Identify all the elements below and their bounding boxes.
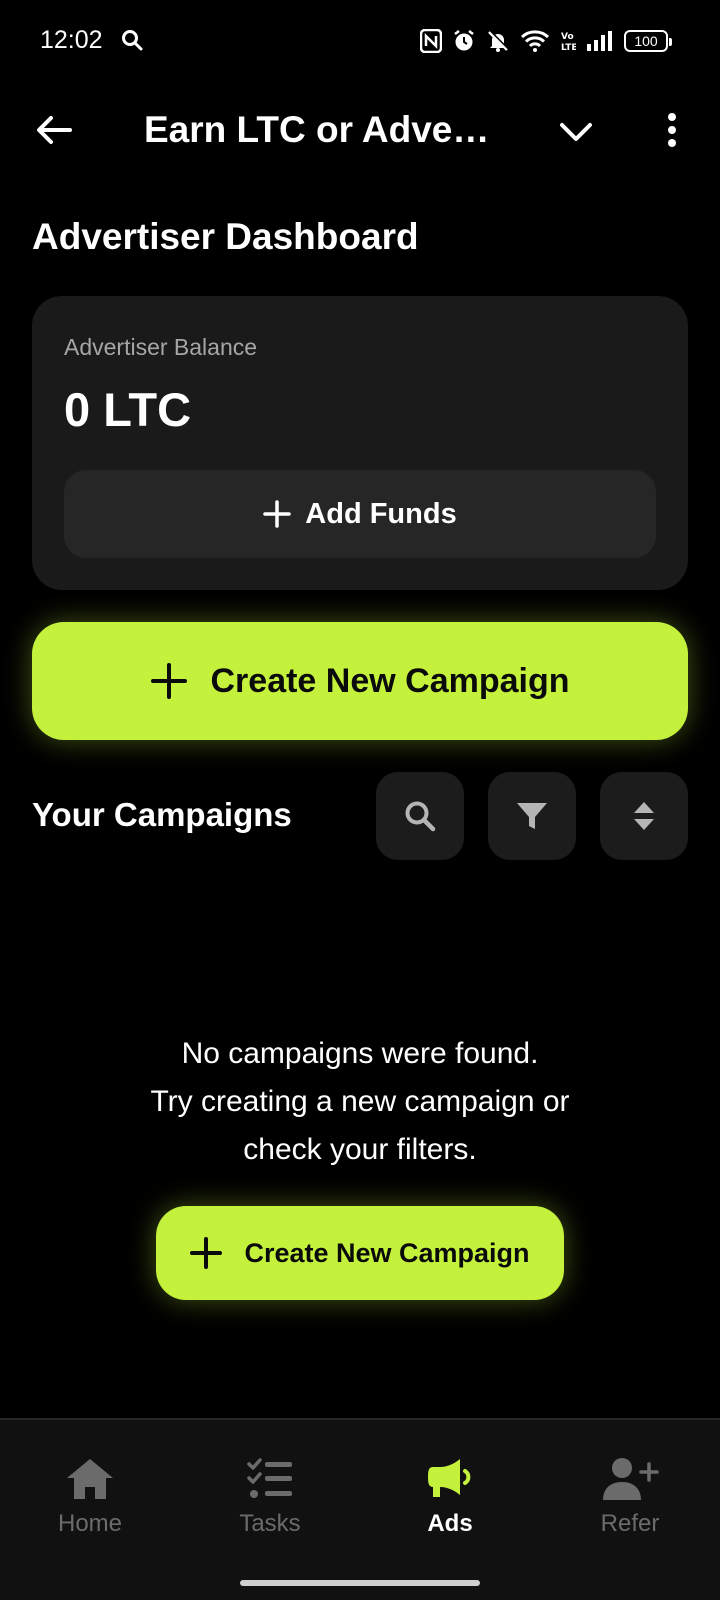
empty-line-3: check your filters. (243, 1133, 477, 1166)
wifi-icon (520, 29, 550, 53)
bottom-nav: Home Tasks Ads Refer (0, 1418, 720, 1600)
status-icons: Vo LTE 100 (420, 26, 672, 56)
section-title-campaigns: Your Campaigns (32, 796, 292, 833)
status-time: 12:02 (40, 26, 103, 54)
filter-campaigns-button[interactable] (488, 772, 576, 860)
more-vertical-icon (668, 113, 676, 147)
balance-card: Advertiser Balance 0 LTC Add Funds (32, 296, 688, 590)
signal-icon (586, 30, 614, 52)
nav-label-home: Home (57, 1510, 123, 1537)
empty-line-1: No campaigns were found. (181, 1037, 539, 1070)
add-funds-label: Add Funds (305, 497, 457, 530)
home-icon (67, 1459, 113, 1499)
plus-icon (150, 663, 187, 699)
search-icon (405, 801, 436, 832)
nav-label-tasks: Tasks (239, 1510, 301, 1537)
title-dropdown-button[interactable] (554, 110, 598, 154)
back-button[interactable] (32, 108, 76, 152)
filter-icon (517, 803, 547, 829)
page-title: Advertiser Dashboard (32, 216, 419, 257)
tasks-icon (247, 1458, 292, 1498)
empty-create-campaign-label: Create New Campaign (244, 1237, 530, 1268)
nav-label-ads: Ads (427, 1510, 473, 1537)
alarm-icon (452, 29, 476, 53)
chevron-down-icon (560, 123, 592, 141)
plus-icon (190, 1237, 223, 1269)
svg-text:Vo: Vo (561, 32, 574, 42)
megaphone-icon (428, 1459, 471, 1497)
volte-icon: Vo LTE (560, 29, 576, 53)
empty-state-message: No campaigns were found. Try creating a … (60, 1030, 660, 1174)
nav-item-tasks[interactable]: Tasks (180, 1456, 360, 1538)
create-campaign-label: Create New Campaign (210, 661, 570, 700)
more-options-button[interactable] (650, 108, 694, 152)
nav-item-home[interactable]: Home (0, 1456, 180, 1538)
add-funds-button[interactable]: Add Funds (64, 470, 656, 558)
screen: 12:02 Vo LTE 100 Earn LTC or Adver... Ad… (0, 0, 720, 1600)
sort-campaigns-button[interactable] (600, 772, 688, 860)
mute-icon (486, 29, 510, 53)
empty-create-campaign-button[interactable]: Create New Campaign (156, 1206, 564, 1300)
status-search-icon (120, 28, 144, 52)
home-indicator[interactable] (240, 1580, 480, 1586)
battery-level: 100 (634, 33, 658, 49)
nav-item-ads[interactable]: Ads (360, 1456, 540, 1538)
app-bar: Earn LTC or Adver... (0, 90, 720, 170)
nav-item-refer[interactable]: Refer (540, 1456, 720, 1538)
sort-icon (634, 802, 654, 830)
search-campaigns-button[interactable] (376, 772, 464, 860)
nav-label-refer: Refer (600, 1510, 660, 1537)
add-user-icon (603, 1458, 659, 1500)
battery-icon: 100 (624, 30, 672, 52)
empty-line-2: Try creating a new campaign or (150, 1085, 570, 1118)
plus-icon (263, 500, 292, 528)
balance-value: 0 LTC (64, 383, 192, 436)
balance-label: Advertiser Balance (64, 334, 258, 360)
create-campaign-button[interactable]: Create New Campaign (32, 622, 688, 740)
svg-text:LTE: LTE (561, 43, 576, 53)
arrow-left-icon (37, 116, 72, 144)
nfc-icon (420, 29, 442, 53)
app-title: Earn LTC or Adver... (144, 109, 494, 150)
status-bar: 12:02 Vo LTE 100 (0, 0, 720, 84)
